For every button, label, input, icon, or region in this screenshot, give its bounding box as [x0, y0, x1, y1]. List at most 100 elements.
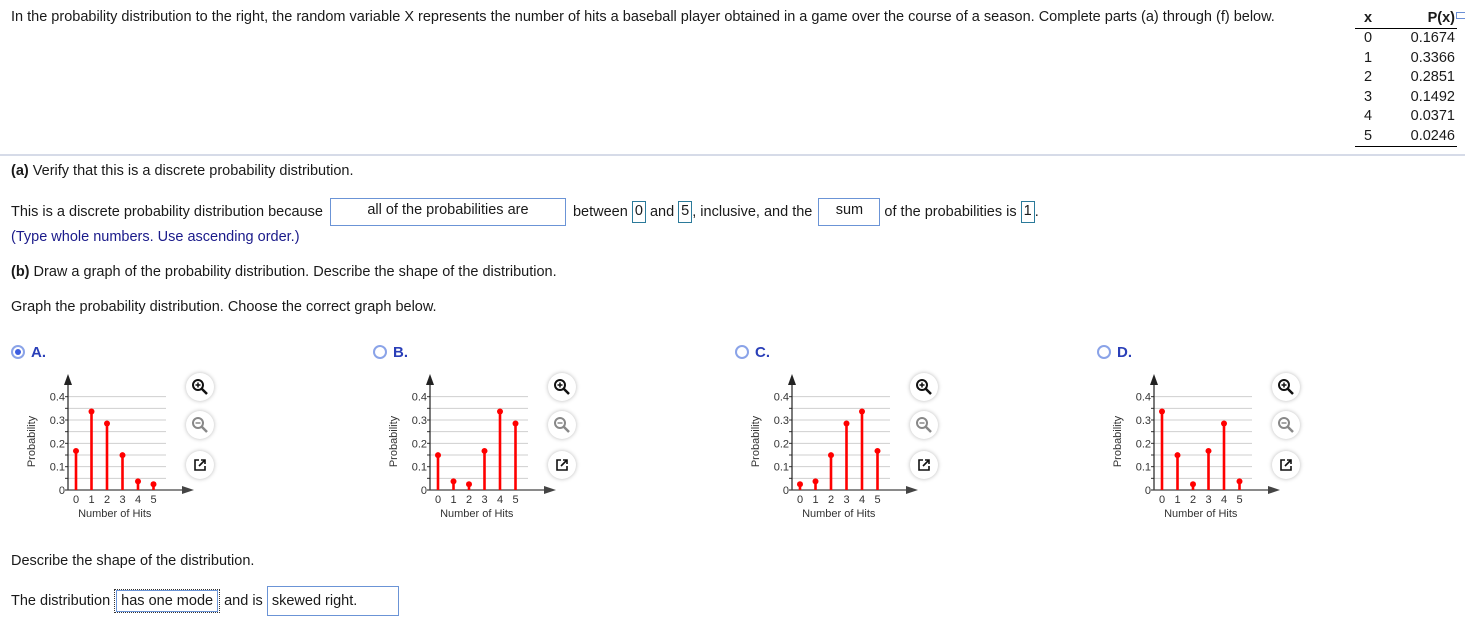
of-probabilities-text: of the probabilities is — [884, 203, 1017, 220]
expand-icon[interactable] — [1456, 12, 1465, 19]
describe-start-text: The distribution — [11, 592, 111, 609]
y-axis-label: Probability — [750, 415, 762, 467]
zoom-in-button[interactable] — [186, 373, 214, 401]
table-cell-x: 0 — [1363, 30, 1373, 47]
describe-prompt: Describe the shape of the distribution. — [11, 553, 255, 569]
y-tick-label: 0.1 — [1136, 462, 1151, 474]
table-cell-px: 0.1674 — [1410, 30, 1455, 47]
table-cell-x: 2 — [1363, 69, 1373, 86]
option-c-header[interactable]: C. — [735, 344, 770, 361]
table-cell-x: 5 — [1355, 126, 1381, 147]
zoom-out-icon — [191, 416, 209, 434]
zoom-out-button[interactable] — [186, 411, 214, 439]
y-tick-label: 0.1 — [774, 462, 789, 474]
sum-value-input[interactable]: 1 — [1020, 201, 1035, 223]
x-axis-arrow — [182, 486, 194, 494]
chart-option-c: 00.10.20.30.4Probability0 1 2 3 4 5Number of … — [750, 374, 918, 520]
y-tick-label: 0.3 — [1136, 415, 1151, 427]
y-tick-label: 0.4 — [1136, 392, 1151, 404]
section-divider — [0, 154, 1465, 156]
sum-dropdown[interactable]: sum — [818, 198, 881, 226]
x-tick-label: 4 — [1221, 494, 1227, 506]
x-axis-arrow — [906, 486, 918, 494]
y-tick-label: 0 — [59, 485, 65, 497]
open-new-window-button[interactable] — [1272, 451, 1300, 479]
option-a-header[interactable]: A. — [11, 344, 46, 361]
option-c-radio[interactable] — [735, 345, 749, 359]
between-text: between — [572, 203, 628, 220]
y-tick-label: 0.1 — [412, 462, 427, 474]
y-tick-label: 0.4 — [774, 392, 789, 404]
open-new-window-button[interactable] — [186, 451, 214, 479]
option-d[interactable]: D. 0 0.1 0.2 0.3 0.4 Probability 0 1 2 3 4 5 Number o… — [1097, 343, 1397, 528]
x-tick-label: 1 — [450, 494, 456, 506]
zoom-out-button[interactable] — [910, 411, 938, 439]
mode-dropdown-value[interactable]: has one mode — [116, 590, 219, 612]
zoom-in-button[interactable] — [1272, 373, 1300, 401]
stem-point — [435, 452, 441, 459]
low-value-input[interactable]: 0 — [631, 201, 646, 223]
x-tick-label: 0 — [797, 494, 803, 506]
x-tick-label: 3 — [119, 494, 125, 506]
table-cell-px: 0.1492 — [1410, 88, 1455, 105]
table-cell-x: 1 — [1363, 49, 1373, 66]
option-c[interactable]: C. 0 0.1 0.2 0.3 0.4 Probability 0 1 2 3 4 5 Number o… — [735, 343, 1035, 528]
x-tick-label: 4 — [497, 494, 503, 506]
x-tick-label: 2 — [466, 494, 472, 506]
table-cell-px: 0.0246 — [1381, 126, 1457, 147]
option-b[interactable]: B. 0 0.1 0.2 0.3 0.4 Probability 0 1 2 3 4 5 Number o… — [373, 343, 673, 528]
option-b-label[interactable]: B. — [393, 344, 408, 361]
zoom-out-icon — [1277, 416, 1295, 434]
x-tick-label: 3 — [1205, 494, 1211, 506]
table-row: 3 0.1492 — [1355, 88, 1457, 108]
part-a-hint: (Type whole numbers. Use ascending order… — [11, 229, 300, 245]
period-text: . — [1034, 203, 1039, 220]
x-tick-label: 2 — [104, 494, 110, 506]
stem-point — [466, 481, 472, 488]
option-a-radio[interactable] — [11, 345, 25, 359]
stem-point — [1236, 478, 1243, 485]
option-a-label[interactable]: A. — [31, 344, 46, 361]
zoom-in-button[interactable] — [910, 373, 938, 401]
x-tick-label: 5 — [874, 494, 880, 506]
option-a[interactable]: A. 0 0.1 0.2 0.3 0.4 Probability 0 1 2 3 4 5 Number o… — [11, 343, 311, 528]
x-tick-label: 1 — [812, 494, 818, 506]
x-tick-label: 3 — [481, 494, 487, 506]
inclusive-text: , inclusive, and the — [692, 203, 813, 220]
zoom-in-icon — [191, 378, 209, 396]
stem-point — [812, 478, 819, 485]
zoom-out-button[interactable] — [1272, 411, 1300, 439]
stem-point — [150, 481, 157, 488]
option-d-radio[interactable] — [1097, 345, 1111, 359]
stem-point — [481, 447, 488, 454]
skew-dropdown[interactable]: skewed right. — [266, 586, 399, 616]
mode-dropdown[interactable]: has one mode — [114, 589, 221, 613]
part-b-heading: (b) Draw a graph of the probability dist… — [11, 264, 557, 280]
reason-dropdown[interactable]: all of the probabilities are — [329, 198, 566, 226]
high-value-input[interactable]: 5 — [678, 201, 693, 223]
x-tick-label: 5 — [150, 494, 156, 506]
zoom-out-button[interactable] — [548, 411, 576, 439]
table-row: 4 0.0371 — [1355, 107, 1457, 127]
stem-point — [135, 478, 141, 485]
describe-answer-line: The distribution has one mode and is ske… — [11, 586, 399, 616]
option-b-header[interactable]: B. — [373, 344, 408, 361]
open-new-window-button[interactable] — [910, 451, 938, 479]
chart-option-b: 00.10.20.30.4Probability0 1 2 3 4 5Number of … — [388, 374, 556, 520]
option-c-label[interactable]: C. — [755, 344, 770, 361]
zoom-in-button[interactable] — [548, 373, 576, 401]
stem-point — [1190, 481, 1196, 488]
x-tick-label: 0 — [73, 494, 79, 506]
open-new-window-button[interactable] — [548, 451, 576, 479]
open-new-window-icon — [192, 457, 208, 473]
option-d-header[interactable]: D. — [1097, 344, 1132, 361]
x-tick-label: 4 — [135, 494, 141, 506]
open-new-window-icon — [916, 457, 932, 473]
option-b-radio[interactable] — [373, 345, 387, 359]
y-tick-label: 0.2 — [774, 438, 789, 450]
stem-point — [797, 481, 803, 488]
option-d-label[interactable]: D. — [1117, 344, 1132, 361]
y-tick-label: 0.4 — [412, 392, 427, 404]
y-axis-label: Probability — [1112, 415, 1124, 467]
x-tick-label: 2 — [828, 494, 834, 506]
